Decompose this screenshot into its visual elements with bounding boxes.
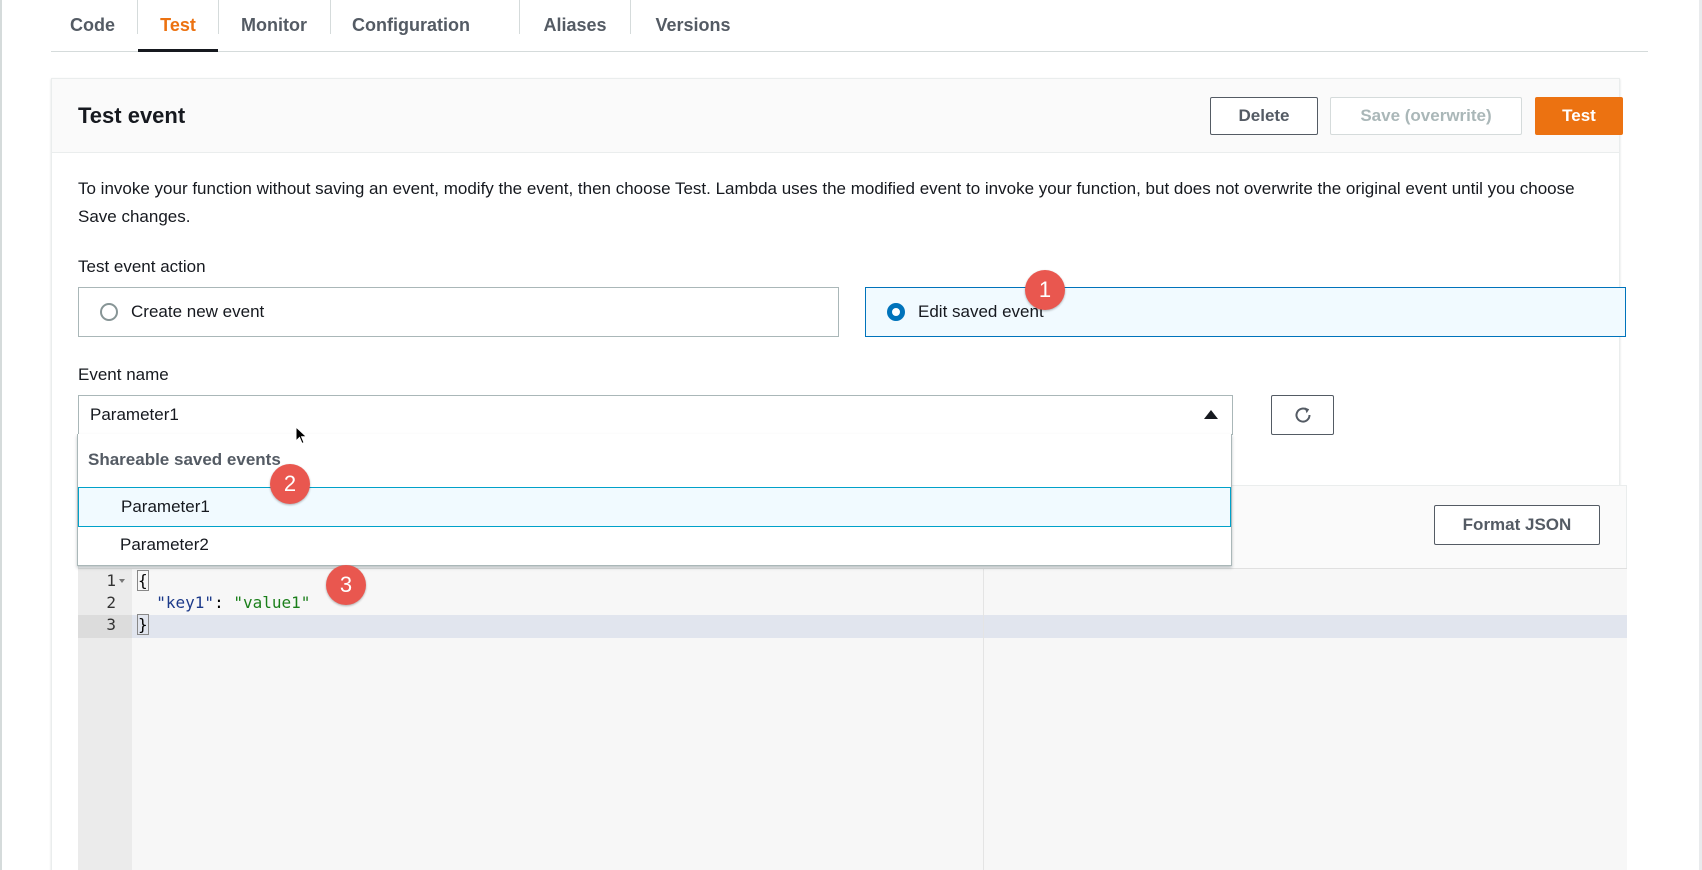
caret-up-icon xyxy=(1204,410,1218,419)
save-overwrite-button[interactable]: Save (overwrite) xyxy=(1330,97,1522,135)
event-name-dropdown: Shareable saved events Parameter1 Parame… xyxy=(77,434,1232,566)
callout-badge-3: 3 xyxy=(326,565,366,605)
refresh-icon xyxy=(1295,407,1311,423)
window-left-edge xyxy=(0,0,2,870)
create-new-event-label: Create new event xyxy=(131,302,265,321)
dropdown-group-label: Shareable saved events xyxy=(88,450,281,469)
line-number: 2 xyxy=(106,593,116,612)
radio-checked-icon[interactable] xyxy=(887,303,905,321)
option-label: Parameter1 xyxy=(121,497,210,516)
event-name-value: Parameter1 xyxy=(90,405,179,424)
edit-saved-event-label: Edit saved event xyxy=(918,302,1044,321)
fold-arrow-icon[interactable] xyxy=(119,579,125,583)
close-brace: } xyxy=(137,614,149,635)
line-number: 3 xyxy=(106,615,116,634)
json-key: "key1" xyxy=(156,593,215,612)
code-line-3: } xyxy=(137,614,149,635)
tab-test[interactable]: Test xyxy=(138,0,218,52)
callout-badge-2: 2 xyxy=(270,464,310,504)
mouse-pointer-icon xyxy=(295,426,308,445)
tab-code[interactable]: Code xyxy=(51,0,134,51)
radio-unchecked-icon[interactable] xyxy=(100,303,118,321)
json-colon: : xyxy=(214,593,234,612)
panel-title: Test event xyxy=(78,103,186,128)
open-brace: { xyxy=(137,570,149,591)
dropdown-option-parameter2[interactable]: Parameter2 xyxy=(78,525,1231,565)
code-line-2: "key1": "value1" xyxy=(137,593,310,612)
tab-configuration[interactable]: Configuration xyxy=(331,0,491,51)
code-editor[interactable]: 1 2 3 { "key1": "value1" } xyxy=(78,568,1627,870)
event-name-select[interactable]: Parameter1 xyxy=(78,395,1233,435)
line-number: 1 xyxy=(106,571,116,590)
json-value: "value1" xyxy=(233,593,311,612)
panel-header: Test event Delete Save (overwrite) Test xyxy=(52,79,1623,153)
print-margin xyxy=(983,569,984,870)
tab-aliases[interactable]: Aliases xyxy=(520,0,630,51)
test-event-action-label: Test event action xyxy=(78,257,206,276)
test-button[interactable]: Test xyxy=(1535,97,1623,135)
dropdown-option-parameter1[interactable]: Parameter1 xyxy=(78,487,1231,527)
refresh-button[interactable] xyxy=(1271,395,1334,435)
tab-monitor[interactable]: Monitor xyxy=(219,0,329,51)
delete-button[interactable]: Delete xyxy=(1210,97,1318,135)
test-description: To invoke your function without saving a… xyxy=(78,179,1575,226)
code-line-1: { xyxy=(137,570,149,591)
function-tabs: Code Test Monitor Configuration Aliases … xyxy=(51,0,1648,52)
event-name-label: Event name xyxy=(78,365,169,384)
active-line-highlight xyxy=(78,615,1627,638)
tab-versions[interactable]: Versions xyxy=(631,0,755,51)
option-label: Parameter2 xyxy=(120,535,209,554)
callout-badge-1: 1 xyxy=(1025,270,1065,310)
format-json-button[interactable]: Format JSON xyxy=(1434,505,1600,545)
create-new-event-option[interactable]: Create new event xyxy=(78,287,839,337)
edit-saved-event-option[interactable]: Edit saved event xyxy=(865,287,1626,337)
